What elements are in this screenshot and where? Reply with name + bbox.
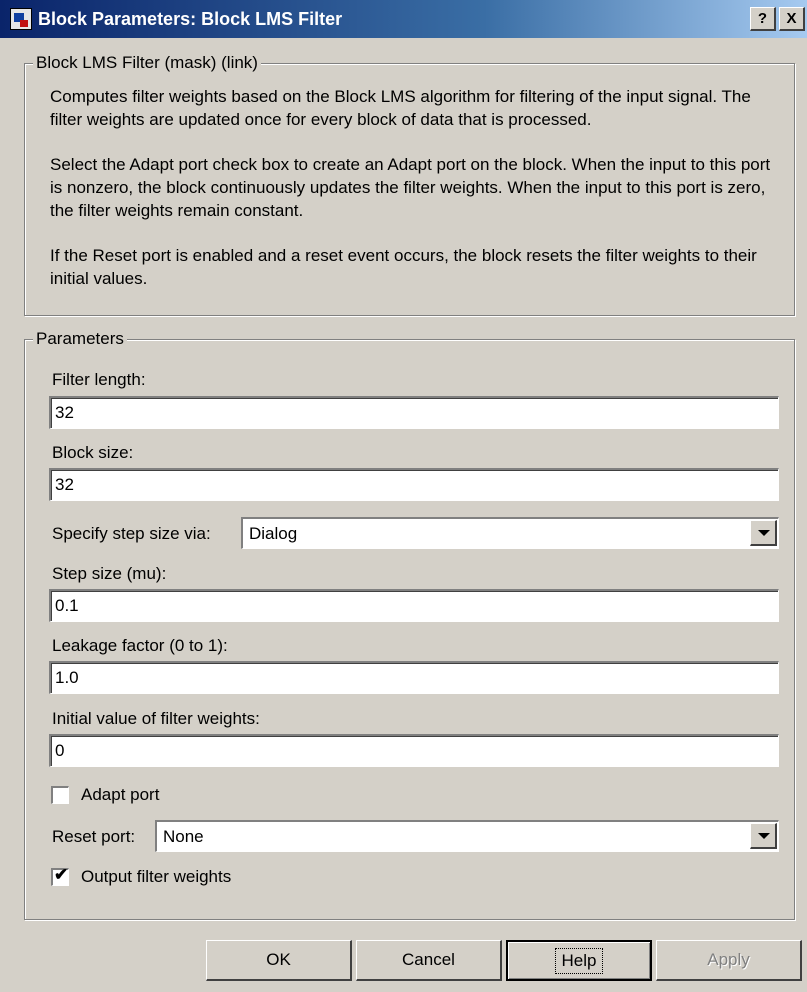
step-size-label: Step size (mu): <box>52 564 167 583</box>
cancel-label: Cancel <box>402 950 455 969</box>
output-weights-checkbox[interactable]: ✔ <box>51 865 69 886</box>
simulink-block-icon <box>10 8 32 30</box>
output-weights-label: Output filter weights <box>81 867 232 886</box>
filter-length-label: Filter length: <box>52 370 146 389</box>
initial-weights-field[interactable]: 0 <box>49 734 779 767</box>
cancel-button[interactable]: Cancel <box>356 940 502 981</box>
description-legend: Block LMS Filter (mask) (link) <box>33 53 261 73</box>
description-paragraph: Select the Adapt port check box to creat… <box>50 155 771 220</box>
help-label: Help <box>554 947 604 974</box>
description-text: Computes filter weights based on the Blo… <box>50 85 785 312</box>
adapt-port-checkbox[interactable] <box>51 786 69 804</box>
ok-label: OK <box>266 950 291 969</box>
chevron-down-icon[interactable] <box>750 823 777 849</box>
ok-button[interactable]: OK <box>206 940 352 981</box>
step-size-via-label: Specify step size via: <box>52 524 211 543</box>
adapt-port-label: Adapt port <box>81 785 160 804</box>
reset-port-value: None <box>163 827 204 846</box>
block-size-field[interactable]: 32 <box>49 468 779 501</box>
filter-length-field[interactable]: 32 <box>49 396 779 429</box>
question-mark-icon: ? <box>757 10 768 27</box>
description-group: Block LMS Filter (mask) (link) Computes … <box>24 53 795 316</box>
help-button[interactable]: Help <box>506 940 652 981</box>
leakage-factor-field[interactable]: 1.0 <box>49 661 779 694</box>
checkmark-icon: ✔ <box>54 865 69 884</box>
initial-weights-label: Initial value of filter weights: <box>52 709 260 728</box>
apply-button: Apply <box>656 940 802 981</box>
block-size-label: Block size: <box>52 443 134 462</box>
chevron-down-icon[interactable] <box>750 520 777 546</box>
title-bar: Block Parameters: Block LMS Filter ? X <box>0 0 807 38</box>
step-size-via-dropdown[interactable]: Dialog <box>241 517 779 549</box>
leakage-factor-label: Leakage factor (0 to 1): <box>52 636 228 655</box>
description-paragraph: If the Reset port is enabled and a reset… <box>50 246 757 288</box>
step-size-via-value: Dialog <box>249 524 298 543</box>
window-title: Block Parameters: Block LMS Filter <box>38 8 343 29</box>
reset-port-dropdown[interactable]: None <box>155 820 779 852</box>
apply-label: Apply <box>707 950 750 969</box>
description-paragraph: Computes filter weights based on the Blo… <box>50 87 751 129</box>
context-help-button[interactable]: ? <box>750 7 776 31</box>
step-size-field[interactable]: 0.1 <box>49 589 779 622</box>
reset-port-label: Reset port: <box>52 827 136 846</box>
parameters-legend: Parameters <box>33 329 127 349</box>
close-button[interactable]: X <box>779 7 805 31</box>
close-icon: X <box>786 10 797 27</box>
